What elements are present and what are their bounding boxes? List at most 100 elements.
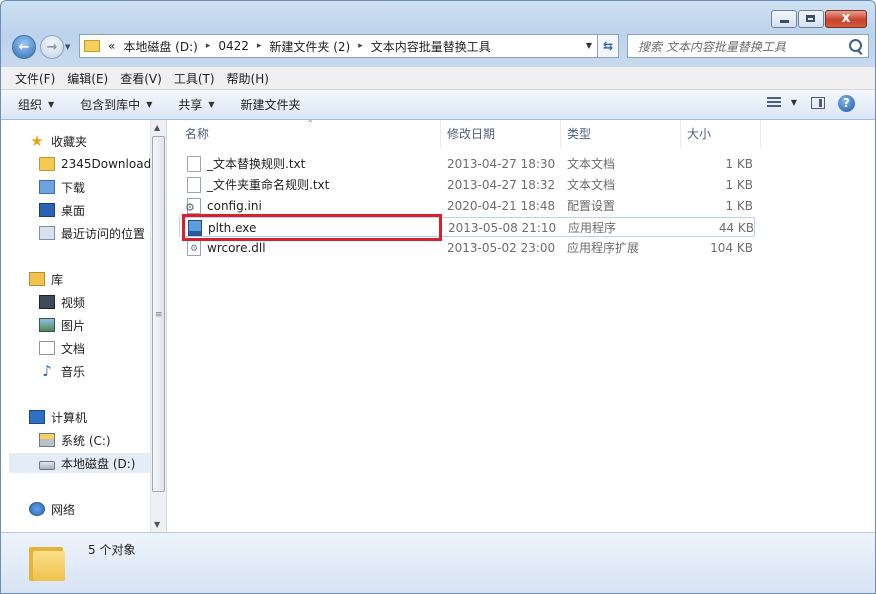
- document-icon: [39, 341, 55, 355]
- new-folder-button[interactable]: 新建文件夹: [241, 96, 301, 113]
- nav-pane-scrollbar[interactable]: ▲ ≡ ▼: [150, 120, 167, 532]
- file-name: _文件夹重命名规则.txt: [207, 178, 330, 192]
- file-row[interactable]: config.ini 2020-04-21 18:48 配置设置 1 KB: [179, 196, 755, 216]
- file-size: 1 KB: [725, 178, 753, 192]
- back-button[interactable]: ←: [12, 35, 36, 59]
- file-size: 104 KB: [710, 241, 753, 255]
- computer-icon: [29, 410, 45, 424]
- menu-help[interactable]: 帮助(H): [227, 70, 269, 87]
- sidebar-item-label: 系统 (C:): [61, 433, 111, 448]
- maximize-button[interactable]: [798, 10, 824, 28]
- address-dropdown-icon[interactable]: ▼: [586, 41, 592, 50]
- sidebar-item-label: 视频: [61, 295, 86, 310]
- sidebar-libraries[interactable]: 库: [9, 269, 150, 289]
- scrollbar-grip-icon: ≡: [155, 310, 163, 320]
- sidebar-item-desktop[interactable]: 桌面: [9, 200, 150, 220]
- sidebar-item-documents[interactable]: 文档: [9, 338, 150, 358]
- refresh-button[interactable]: ⇆: [597, 34, 619, 58]
- explorer-window: x ← → ▼ « 本地磁盘 (D:) ▸ 0422 ▸ 新建文件夹 (2) ▸…: [0, 0, 876, 594]
- file-date: 2013-05-08 21:10: [448, 221, 557, 235]
- file-date: 2020-04-21 18:48: [447, 199, 556, 213]
- file-row[interactable]: wrcore.dll 2013-05-02 23:00 应用程序扩展 104 K…: [179, 238, 755, 258]
- file-type: 应用程序扩展: [567, 241, 640, 255]
- file-row[interactable]: _文本替换规则.txt 2013-04-27 18:30 文本文档 1 KB: [179, 154, 755, 174]
- column-headers: ⌃ 名称 修改日期 类型 大小: [167, 119, 875, 148]
- breadcrumb-new-folder-2[interactable]: 新建文件夹 (2): [269, 38, 350, 55]
- search-box[interactable]: [627, 34, 869, 58]
- forward-arrow-icon: →: [46, 39, 58, 55]
- menu-view[interactable]: 查看(V): [120, 70, 162, 87]
- chevron-down-icon: ▼: [208, 100, 215, 109]
- breadcrumb-drive-d[interactable]: 本地磁盘 (D:): [123, 38, 197, 55]
- column-size[interactable]: 大小: [681, 120, 761, 148]
- address-bar[interactable]: « 本地磁盘 (D:) ▸ 0422 ▸ 新建文件夹 (2) ▸ 文本内容批量替…: [79, 34, 599, 58]
- search-input[interactable]: [636, 36, 850, 58]
- caption-buttons: x: [770, 10, 867, 28]
- file-date: 2013-05-02 23:00: [447, 241, 556, 255]
- sidebar-item-downloads[interactable]: 下载: [9, 177, 150, 197]
- menu-bar: 文件(F) 编辑(E) 查看(V) 工具(T) 帮助(H): [1, 67, 875, 90]
- share-button[interactable]: 共享 ▼: [178, 96, 214, 113]
- breadcrumb-current-folder[interactable]: 文本内容批量替换工具: [371, 38, 491, 55]
- organize-button[interactable]: 组织 ▼: [18, 96, 54, 113]
- breadcrumb-separator-icon[interactable]: ▸: [257, 41, 262, 51]
- breadcrumb-separator-icon[interactable]: ▸: [206, 41, 211, 51]
- sidebar-item-local-disk-d[interactable]: 本地磁盘 (D:): [9, 453, 150, 473]
- content-area: ★ 收藏夹 2345Downloads 下载 桌面 最近访问的位置 库 视频 图…: [1, 119, 875, 532]
- menu-edit[interactable]: 编辑(E): [67, 70, 108, 87]
- view-options-icon[interactable]: [767, 97, 781, 109]
- search-icon[interactable]: [849, 39, 862, 52]
- sidebar-item-videos[interactable]: 视频: [9, 292, 150, 312]
- navigation-pane: ★ 收藏夹 2345Downloads 下载 桌面 最近访问的位置 库 视频 图…: [9, 120, 150, 532]
- breadcrumb-overflow[interactable]: «: [108, 39, 115, 53]
- sidebar-item-label: 2345Downloads: [61, 157, 150, 171]
- video-icon: [39, 295, 55, 309]
- sidebar-item-pictures[interactable]: 图片: [9, 315, 150, 335]
- recent-pages-dropdown-icon[interactable]: ▼: [65, 43, 70, 51]
- file-date: 2013-04-27 18:30: [447, 157, 556, 171]
- forward-button[interactable]: →: [40, 35, 64, 59]
- menu-file[interactable]: 文件(F): [15, 70, 55, 87]
- file-date: 2013-04-27 18:32: [447, 178, 556, 192]
- sidebar-item-label: 音乐: [61, 364, 86, 379]
- sidebar-item-music[interactable]: ♪ 音乐: [9, 361, 150, 381]
- scroll-down-icon[interactable]: ▼: [154, 520, 160, 529]
- command-bar: 组织 ▼ 包含到库中 ▼ 共享 ▼ 新建文件夹 ▼ ?: [1, 90, 875, 120]
- minimize-button[interactable]: [771, 10, 797, 28]
- back-arrow-icon: ←: [18, 39, 30, 55]
- sidebar-item-2345downloads[interactable]: 2345Downloads: [9, 154, 150, 174]
- refresh-icon: ⇆: [602, 39, 614, 53]
- file-type: 文本文档: [567, 178, 616, 192]
- folder-icon: [29, 543, 67, 581]
- close-icon: x: [841, 10, 851, 26]
- sidebar-item-label: 桌面: [61, 203, 86, 218]
- column-type[interactable]: 类型: [561, 120, 681, 148]
- sidebar-computer[interactable]: 计算机: [9, 407, 150, 427]
- file-type: 应用程序: [568, 221, 617, 235]
- column-name[interactable]: 名称: [179, 120, 441, 148]
- sidebar-item-system-c[interactable]: 系统 (C:): [9, 430, 150, 450]
- column-date-modified[interactable]: 修改日期: [441, 120, 561, 148]
- sidebar-favorites[interactable]: ★ 收藏夹: [9, 131, 150, 151]
- navigation-bar: ← → ▼ « 本地磁盘 (D:) ▸ 0422 ▸ 新建文件夹 (2) ▸ 文…: [9, 34, 869, 60]
- sidebar-network-label: 网络: [51, 502, 76, 517]
- system-drive-icon: [39, 433, 55, 447]
- file-row[interactable]: _文件夹重命名规则.txt 2013-04-27 18:32 文本文档 1 KB: [179, 175, 755, 195]
- preview-pane-icon[interactable]: [811, 97, 825, 109]
- help-icon[interactable]: ?: [838, 95, 855, 112]
- close-button[interactable]: x: [825, 10, 867, 28]
- sidebar-item-recent-places[interactable]: 最近访问的位置: [9, 223, 150, 243]
- organize-label: 组织: [18, 98, 43, 112]
- breadcrumb-separator-icon[interactable]: ▸: [358, 41, 363, 51]
- view-dropdown-icon[interactable]: ▼: [791, 98, 797, 107]
- scroll-up-icon[interactable]: ▲: [154, 123, 160, 132]
- include-in-library-button[interactable]: 包含到库中 ▼: [80, 96, 152, 113]
- file-size: 1 KB: [725, 199, 753, 213]
- sidebar-item-label: 图片: [61, 318, 86, 333]
- chevron-down-icon: ▼: [146, 100, 153, 109]
- dll-file-icon: [187, 240, 201, 256]
- config-file-icon: [185, 198, 201, 214]
- breadcrumb-0422[interactable]: 0422: [218, 39, 249, 53]
- sidebar-network[interactable]: 网络: [9, 499, 150, 519]
- menu-tools[interactable]: 工具(T): [174, 70, 215, 87]
